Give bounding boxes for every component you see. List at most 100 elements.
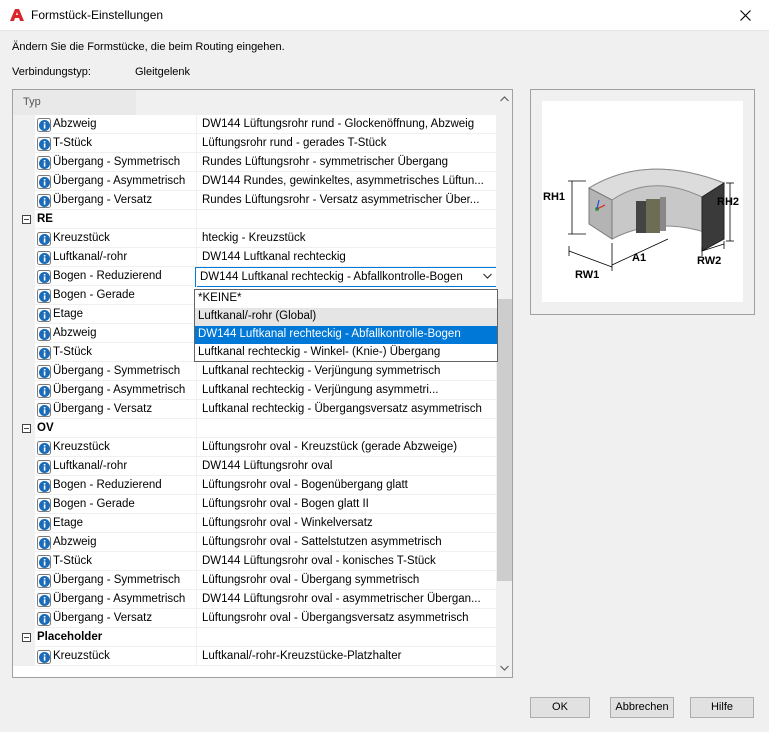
connection-type-label: Verbindungstyp: [12, 66, 91, 78]
grid-row[interactable]: Luftkanal/-rohr DW144 Lüftungsrohr oval [13, 457, 496, 476]
dropdown-option[interactable]: *KEINE* [195, 290, 497, 308]
row-value-cell[interactable]: Lüftungsrohr oval - Bogen glatt II [198, 495, 496, 514]
grid-category-row[interactable]: Placeholder [13, 628, 496, 647]
row-value-cell[interactable]: DW144 Luftkanal rechteckig [198, 248, 496, 267]
row-value-cell[interactable]: hteckig - Kreuzstück [198, 229, 496, 248]
row-name-cell: T-Stück [35, 134, 197, 153]
row-name-cell: Bogen - Gerade [35, 495, 197, 514]
row-value-cell[interactable]: DW144 Lüftungsrohr oval - asymmetrischer… [198, 590, 496, 609]
grid-row[interactable]: Bogen - Reduzierend Lüftungsrohr oval - B… [13, 476, 496, 495]
help-button[interactable]: Hilfe [690, 697, 754, 718]
info-icon [37, 479, 51, 493]
info-icon [37, 612, 51, 626]
row-name-cell: Übergang - Symmetrisch [35, 153, 197, 172]
collapse-icon[interactable] [22, 215, 31, 224]
grid-row[interactable]: Bogen - Gerade Lüftungsrohr oval - Bogen … [13, 495, 496, 514]
collapse-icon[interactable] [22, 424, 31, 433]
row-name: T-Stück [53, 555, 92, 567]
chevron-down-icon[interactable] [483, 273, 492, 279]
preview-label-a1: A1 [632, 252, 646, 264]
dropdown-option[interactable]: DW144 Luftkanal rechteckig - Abfallkontr… [195, 326, 497, 344]
row-value-cell[interactable]: Luftkanal rechteckig - Verjüngung symmet… [198, 362, 496, 381]
row-value-cell[interactable]: Lüftungsrohr rund - gerades T-Stück [198, 134, 496, 153]
row-value-cell[interactable]: DW144 Lüftungsrohr oval [198, 457, 496, 476]
chevron-down-icon[interactable] [500, 665, 509, 671]
fittings-property-grid[interactable]: Typ Abzweig DW144 Lüftungsrohr rund - Glo… [12, 89, 513, 678]
cancel-button[interactable]: Abbrechen [610, 697, 674, 718]
preview-label-rh2: RH2 [717, 196, 739, 208]
close-button[interactable] [723, 0, 769, 31]
row-value-cell[interactable]: Lüftungsrohr oval - Übergangsversatz asy… [198, 609, 496, 628]
grid-row[interactable]: Abzweig Lüftungsrohr oval - Sattelstutzen… [13, 533, 496, 552]
row-value-cell[interactable]: DW144 Lüftungsrohr rund - Glockenöffnung… [198, 115, 496, 134]
row-value-cell[interactable] [198, 628, 496, 647]
row-value-cell[interactable] [198, 419, 496, 438]
row-value-cell[interactable]: Luftkanal/-rohr-Kreuzstücke-Platzhalter [198, 647, 496, 666]
grid-row[interactable]: Übergang - Asymmetrisch DW144 Rundes, gew… [13, 172, 496, 191]
row-name-cell: Abzweig [35, 533, 197, 552]
grid-row[interactable]: Luftkanal/-rohr DW144 Luftkanal rechtecki… [13, 248, 496, 267]
info-icon [37, 156, 51, 170]
row-value: hteckig - Kreuzstück [202, 232, 306, 244]
ok-button[interactable]: OK [530, 697, 590, 718]
grid-category-row[interactable]: RE [13, 210, 496, 229]
row-gutter [13, 495, 35, 514]
grid-row[interactable]: Übergang - Symmetrisch Lüftungsrohr oval … [13, 571, 496, 590]
grid-row[interactable]: Übergang - Asymmetrisch Luftkanal rechtec… [13, 381, 496, 400]
grid-row[interactable]: Übergang - Versatz Rundes Lüftungsrohr - … [13, 191, 496, 210]
grid-row[interactable]: T-Stück Lüftungsrohr rund - gerades T-Stü… [13, 134, 496, 153]
row-value-cell[interactable]: Lüftungsrohr oval - Winkelversatz [198, 514, 496, 533]
preview-label-rw1: RW1 [575, 269, 599, 281]
row-name-cell: T-Stück [35, 343, 197, 362]
dropdown-option[interactable]: Luftkanal/-rohr (Global) [195, 308, 497, 326]
grid-category-row[interactable]: OV [13, 419, 496, 438]
grid-row[interactable]: Kreuzstück Lüftungsrohr oval - Kreuzstück… [13, 438, 496, 457]
grid-row[interactable]: Übergang - Symmetrisch Rundes Lüftungsroh… [13, 153, 496, 172]
scrollbar-thumb[interactable] [497, 299, 512, 581]
row-value-cell[interactable]: Lüftungsrohr oval - Kreuzstück (gerade A… [198, 438, 496, 457]
chevron-up-icon[interactable] [500, 96, 509, 102]
row-value-cell[interactable]: DW144 Lüftungsrohr oval - konisches T-St… [198, 552, 496, 571]
info-icon [37, 441, 51, 455]
fitting-dropdown-list[interactable]: *KEINE* Luftkanal/-rohr (Global) DW144 Luf… [194, 289, 498, 362]
row-name-cell: OV [35, 419, 197, 438]
row-value-cell[interactable]: Rundes Lüftungsrohr - Versatz asymmetris… [198, 191, 496, 210]
dropdown-option[interactable]: Luftkanal rechteckig - Winkel- (Knie-) Ü… [195, 344, 497, 362]
row-name-cell: RE [35, 210, 197, 229]
grid-row[interactable]: Etage Lüftungsrohr oval - Winkelversatz [13, 514, 496, 533]
row-name: Kreuzstück [53, 650, 110, 662]
row-value-cell[interactable]: Luftkanal rechteckig - Übergangsversatz … [198, 400, 496, 419]
grid-row[interactable]: Abzweig DW144 Lüftungsrohr rund - Glocken… [13, 115, 496, 134]
grid-row[interactable]: Übergang - Versatz Lüftungsrohr oval - Üb… [13, 609, 496, 628]
grid-row[interactable]: Kreuzstück hteckig - Kreuzstück [13, 229, 496, 248]
grid-row[interactable]: T-Stück DW144 Lüftungsrohr oval - konisch… [13, 552, 496, 571]
info-icon [37, 194, 51, 208]
vertical-scrollbar[interactable] [496, 90, 512, 677]
row-value: DW144 Lüftungsrohr oval - asymmetrischer… [202, 593, 481, 605]
grid-row[interactable]: Bogen - Reduzierend DW144 Luftkanal recht… [13, 267, 497, 287]
row-value-cell[interactable] [198, 210, 496, 229]
row-value-cell[interactable]: Lüftungsrohr oval - Sattelstutzen asymme… [198, 533, 496, 552]
fitting-combobox[interactable]: DW144 Luftkanal rechteckig - Abfallkontr… [195, 267, 497, 287]
row-name-cell: Bogen - Reduzierend [35, 267, 197, 286]
row-name: Übergang - Versatz [53, 194, 153, 206]
grid-row[interactable]: Übergang - Versatz Luftkanal rechteckig -… [13, 400, 496, 419]
grid-row[interactable]: Übergang - Asymmetrisch DW144 Lüftungsroh… [13, 590, 496, 609]
row-value-cell[interactable]: Lüftungsrohr oval - Bogenübergang glatt [198, 476, 496, 495]
row-gutter [13, 647, 35, 666]
row-value-cell[interactable]: DW144 Rundes, gewinkeltes, asymmetrische… [198, 172, 496, 191]
grid-row[interactable]: Kreuzstück Luftkanal/-rohr-Kreuzstücke-Pl… [13, 647, 496, 666]
row-name-cell: Abzweig [35, 115, 197, 134]
row-value-cell[interactable]: Rundes Lüftungsrohr - symmetrischer Über… [198, 153, 496, 172]
grid-row[interactable]: Übergang - Symmetrisch Luftkanal rechteck… [13, 362, 496, 381]
row-value-cell[interactable]: Luftkanal rechteckig - Verjüngung asymme… [198, 381, 496, 400]
autocad-a-icon [10, 9, 24, 21]
row-gutter [13, 514, 35, 533]
row-gutter [13, 286, 35, 305]
row-gutter [13, 533, 35, 552]
row-value: Rundes Lüftungsrohr - symmetrischer Über… [202, 156, 449, 168]
row-value: DW144 Lüftungsrohr oval [202, 460, 333, 472]
row-value-cell[interactable]: Lüftungsrohr oval - Übergang symmetrisch [198, 571, 496, 590]
info-icon [37, 251, 51, 265]
collapse-icon[interactable] [22, 633, 31, 642]
